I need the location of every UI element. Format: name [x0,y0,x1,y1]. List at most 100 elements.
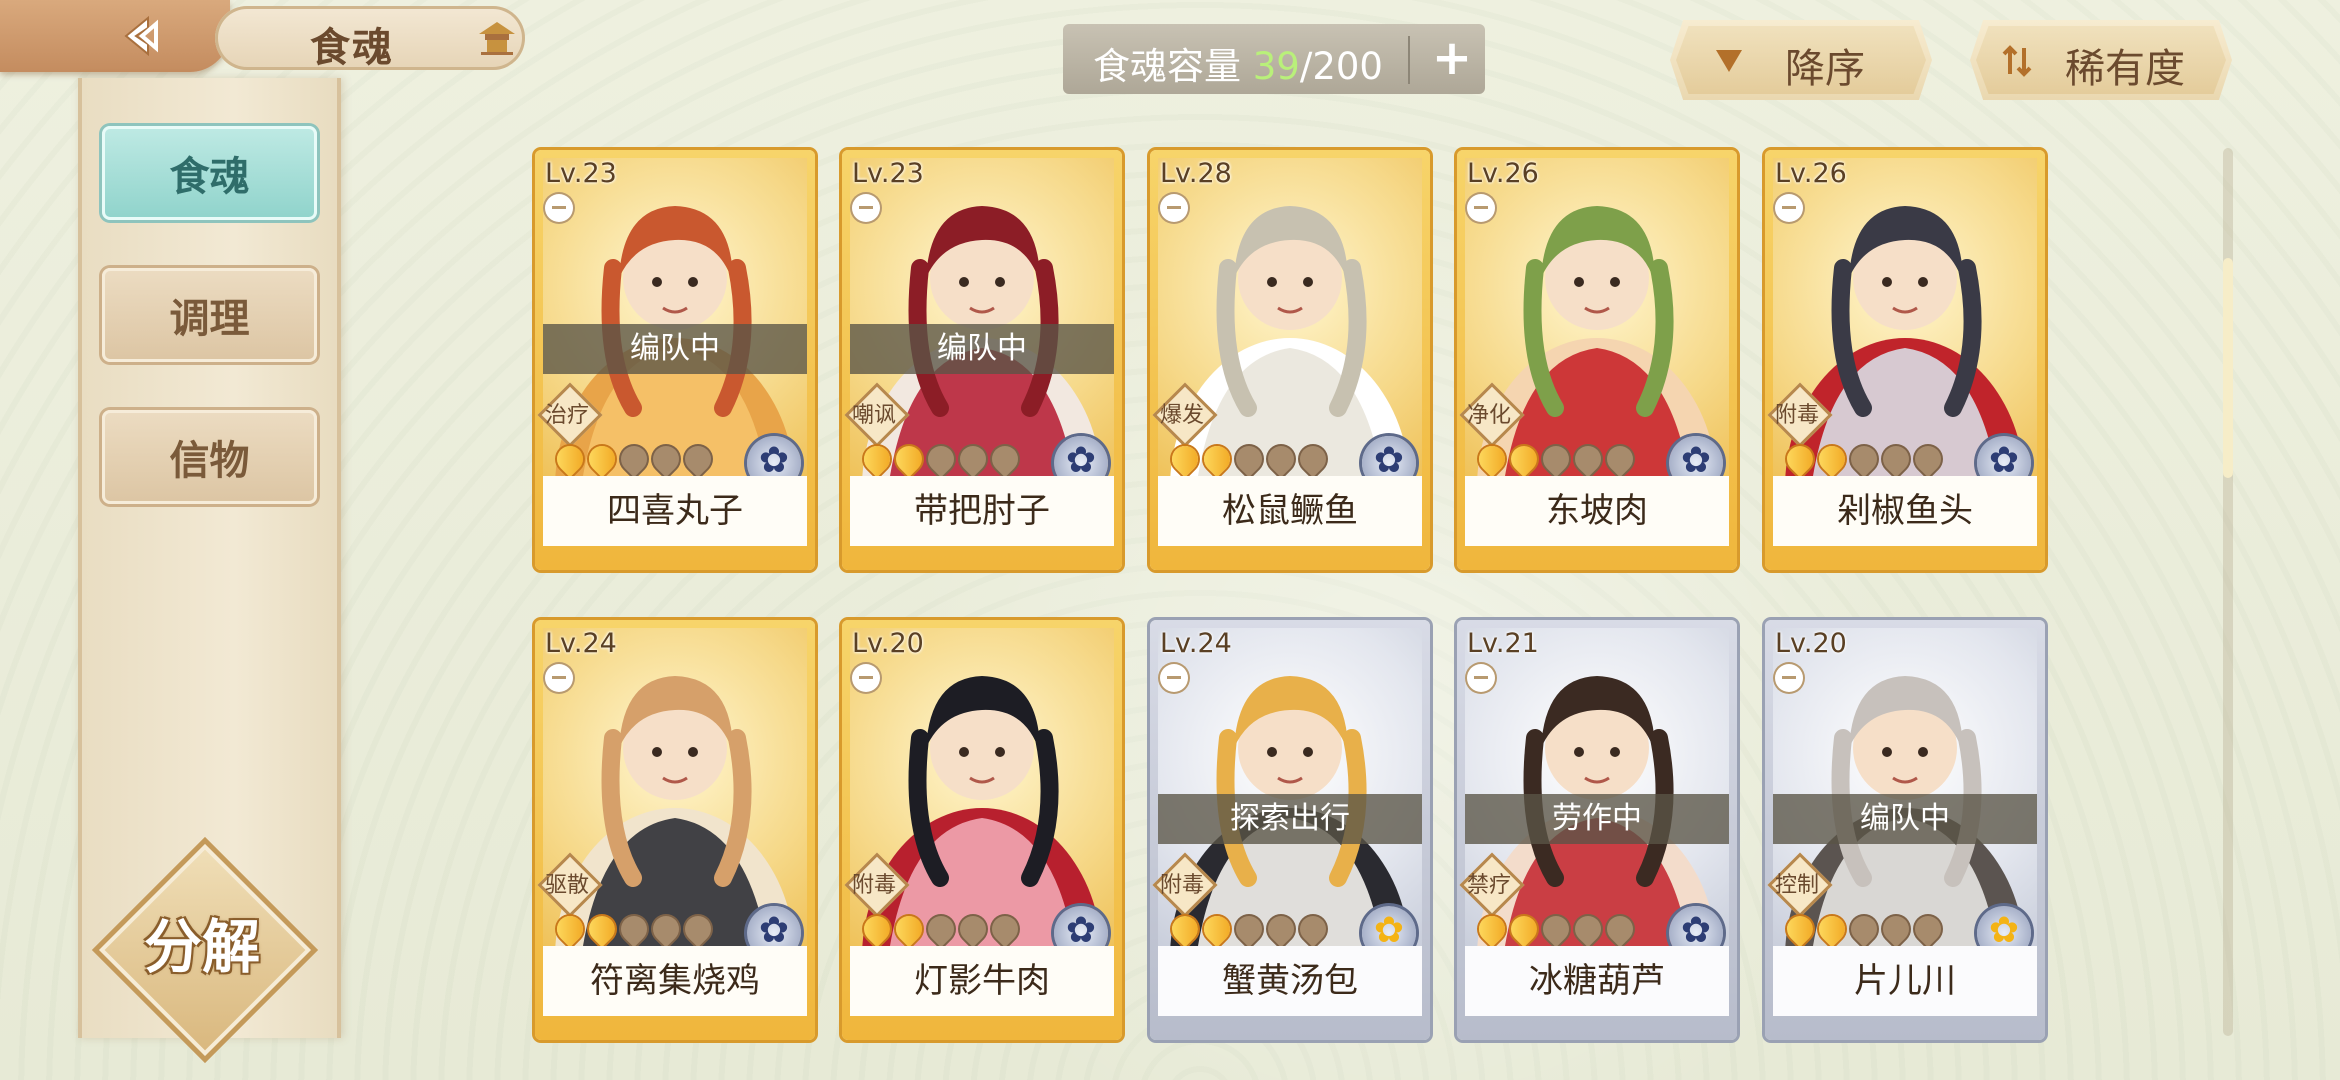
star-filled-icon [1166,910,1204,948]
sort-order-button[interactable]: 降序 [1670,20,1932,100]
star-filled-icon [1473,440,1511,478]
star-filled-icon [583,440,621,478]
character-name: 片儿川 [1773,946,2037,1016]
star-empty-icon [1569,440,1607,478]
character-card[interactable]: Lv.24 探索出行附毒蟹黄汤包 [1150,620,1430,1040]
star-empty-icon [922,910,960,948]
decompose-button[interactable]: 分解 [118,900,286,984]
status-banner: 编队中 [850,324,1114,374]
level-label: Lv.23 [545,158,617,189]
star-empty-icon [1877,440,1915,478]
character-name: 蟹黄汤包 [1158,946,1422,1016]
star-empty-icon [647,440,685,478]
star-filled-icon [1505,910,1543,948]
sidebar-item-xinwu[interactable]: 信物 [102,410,317,504]
role-tag-label: 驱散 [544,873,589,898]
star-empty-icon [647,910,685,948]
equip-slot-icon [1775,664,1803,692]
star-filled-icon [551,440,589,478]
scrollbar[interactable] [2223,148,2233,1036]
divider [1408,36,1410,84]
level-label: Lv.24 [1160,628,1232,659]
equip-slot-icon [1467,194,1495,222]
triangle-down-icon [1716,50,1742,72]
back-arrow-icon [124,15,158,57]
level-label: Lv.23 [852,158,924,189]
capacity-label-text: 食魂容量 [1093,45,1253,88]
role-tag-label: 禁疗 [1466,873,1511,898]
character-card[interactable]: Lv.23 编队中治疗四喜丸子 [535,150,815,570]
star-empty-icon [1601,440,1639,478]
star-filled-icon [583,910,621,948]
sort-rarity-label: 稀有度 [2065,46,2185,92]
sort-arrows-icon [2002,45,2032,77]
sort-rarity-button[interactable]: 稀有度 [1970,20,2232,100]
level-label: Lv.21 [1467,628,1539,659]
equip-slot-icon [1160,194,1188,222]
character-card[interactable]: Lv.24 驱散符离集烧鸡 [535,620,815,1040]
role-tag: 禁疗 [1459,852,1525,918]
star-rating [551,910,717,948]
role-tag: 净化 [1459,382,1525,448]
character-card[interactable]: Lv.26 净化东坡肉 [1457,150,1737,570]
role-tag-label: 治疗 [544,403,589,428]
star-empty-icon [954,440,992,478]
star-empty-icon [1877,910,1915,948]
title-plate: 食魂 [215,6,525,71]
star-empty-icon [1601,910,1639,948]
star-filled-icon [1198,440,1236,478]
role-tag: 控制 [1767,852,1833,918]
role-tag-label: 附毒 [1774,403,1819,428]
sidebar-item-tiaoli[interactable]: 调理 [102,268,317,362]
level-label: Lv.28 [1160,158,1232,189]
level-label: Lv.26 [1467,158,1539,189]
star-empty-icon [1294,910,1332,948]
star-empty-icon [922,440,960,478]
back-button[interactable] [0,0,230,72]
star-rating [1166,910,1332,948]
add-capacity-button[interactable]: + [1425,32,1479,86]
star-empty-icon [1230,910,1268,948]
equip-slot-icon [852,194,880,222]
character-card[interactable]: Lv.20 附毒灯影牛肉 [842,620,1122,1040]
level-label: Lv.24 [545,628,617,659]
character-card[interactable]: Lv.21 劳作中禁疗冰糖葫芦 [1457,620,1737,1040]
character-card[interactable]: Lv.28 爆发松鼠鳜鱼 [1150,150,1430,570]
equip-slot-icon [1467,664,1495,692]
star-rating [551,440,717,478]
star-filled-icon [1781,910,1819,948]
scrollbar-thumb[interactable] [2223,258,2233,478]
equip-slot-icon [545,194,573,222]
character-card[interactable]: Lv.20 编队中控制片儿川 [1765,620,2045,1040]
star-filled-icon [1473,910,1511,948]
sidebar-item-shihun[interactable]: 食魂 [102,126,317,220]
character-name: 灯影牛肉 [850,946,1114,1016]
equip-slot-icon [852,664,880,692]
status-banner: 编队中 [1773,794,2037,844]
star-rating [1166,440,1332,478]
capacity-max: /200 [1299,45,1383,88]
star-empty-icon [1294,440,1332,478]
role-tag-label: 附毒 [1159,873,1204,898]
star-empty-icon [679,440,717,478]
star-empty-icon [615,910,653,948]
star-empty-icon [1537,440,1575,478]
star-empty-icon [1909,910,1947,948]
character-card[interactable]: Lv.26 附毒剁椒鱼头 [1765,150,2045,570]
status-banner: 劳作中 [1465,794,1729,844]
role-tag: 治疗 [537,382,603,448]
sidebar-item-label: 信物 [169,437,250,484]
role-tag-label: 爆发 [1159,403,1204,428]
status-banner: 探索出行 [1158,794,1422,844]
star-empty-icon [986,910,1024,948]
star-empty-icon [1845,910,1883,948]
character-card[interactable]: Lv.23 编队中嘲讽带把肘子 [842,150,1122,570]
star-empty-icon [986,440,1024,478]
level-label: Lv.26 [1775,158,1847,189]
star-empty-icon [679,910,717,948]
star-empty-icon [1569,910,1607,948]
sidebar-item-label: 食魂 [169,153,250,200]
star-filled-icon [890,440,928,478]
star-rating [1473,440,1639,478]
home-icon[interactable] [477,20,517,56]
